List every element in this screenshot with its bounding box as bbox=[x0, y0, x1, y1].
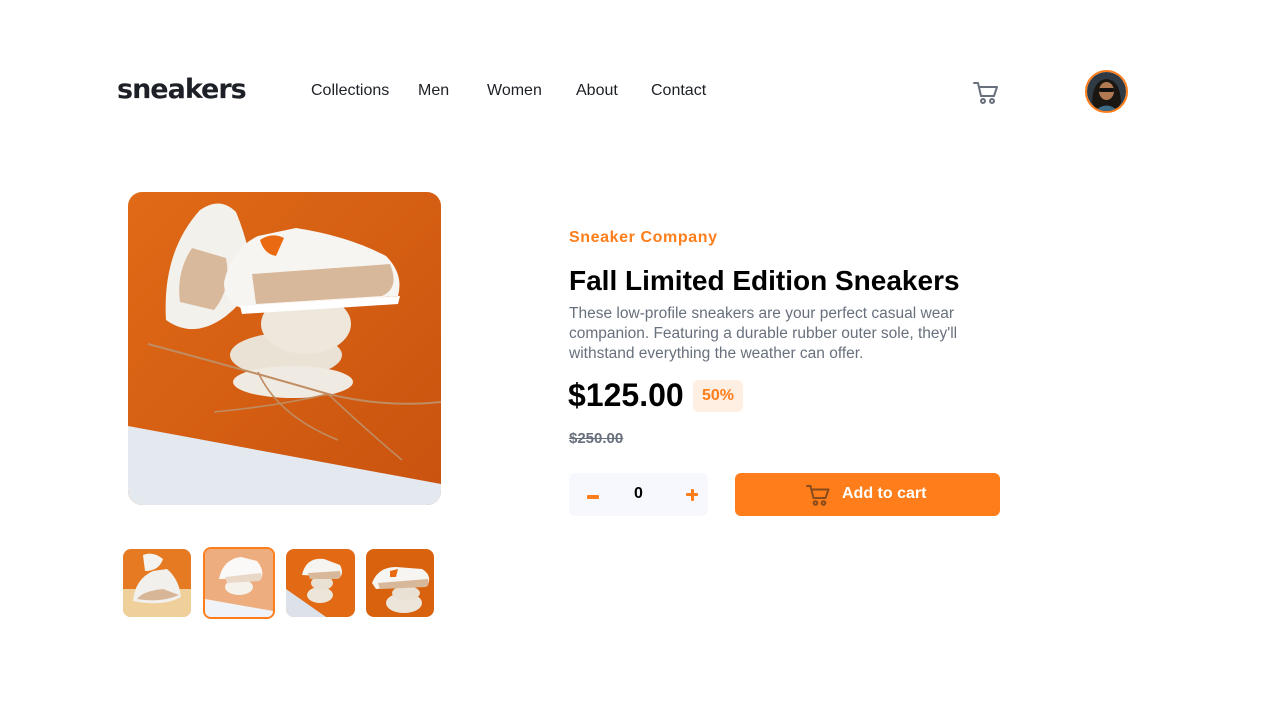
original-price: $250.00 bbox=[569, 430, 624, 447]
product-title: Fall Limited Edition Sneakers bbox=[569, 265, 960, 296]
nav-about[interactable]: About bbox=[576, 82, 618, 100]
quantity-stepper: 0 bbox=[569, 473, 708, 516]
nav-collections[interactable]: Collections bbox=[311, 82, 389, 100]
thumbnail-1[interactable] bbox=[123, 549, 191, 617]
thumbnail-2[interactable] bbox=[203, 547, 275, 619]
user-avatar[interactable] bbox=[1085, 70, 1128, 113]
active-thumbnail-overlay bbox=[205, 549, 273, 617]
site-header: sneakers Collections Men Women About Con… bbox=[0, 0, 1280, 184]
company-name: Sneaker Company bbox=[569, 229, 718, 246]
nav-contact[interactable]: Contact bbox=[651, 82, 706, 100]
add-to-cart-label: Add to cart bbox=[842, 485, 927, 502]
current-price: $125.00 bbox=[568, 377, 684, 413]
product-main-image[interactable] bbox=[128, 192, 441, 505]
logo[interactable]: sneakers bbox=[117, 74, 247, 105]
thumbnail-4[interactable] bbox=[366, 549, 434, 617]
discount-badge: 50% bbox=[693, 380, 743, 412]
product-description: These low-profile sneakers are your perf… bbox=[569, 305, 958, 362]
cart-icon[interactable] bbox=[972, 80, 1000, 106]
add-to-cart-button[interactable]: Add to cart bbox=[735, 473, 1000, 516]
thumbnail-3[interactable] bbox=[286, 549, 355, 617]
nav-women[interactable]: Women bbox=[487, 82, 542, 100]
nav-men[interactable]: Men bbox=[418, 82, 449, 100]
plus-icon[interactable] bbox=[677, 481, 705, 509]
cart-icon bbox=[805, 483, 831, 507]
